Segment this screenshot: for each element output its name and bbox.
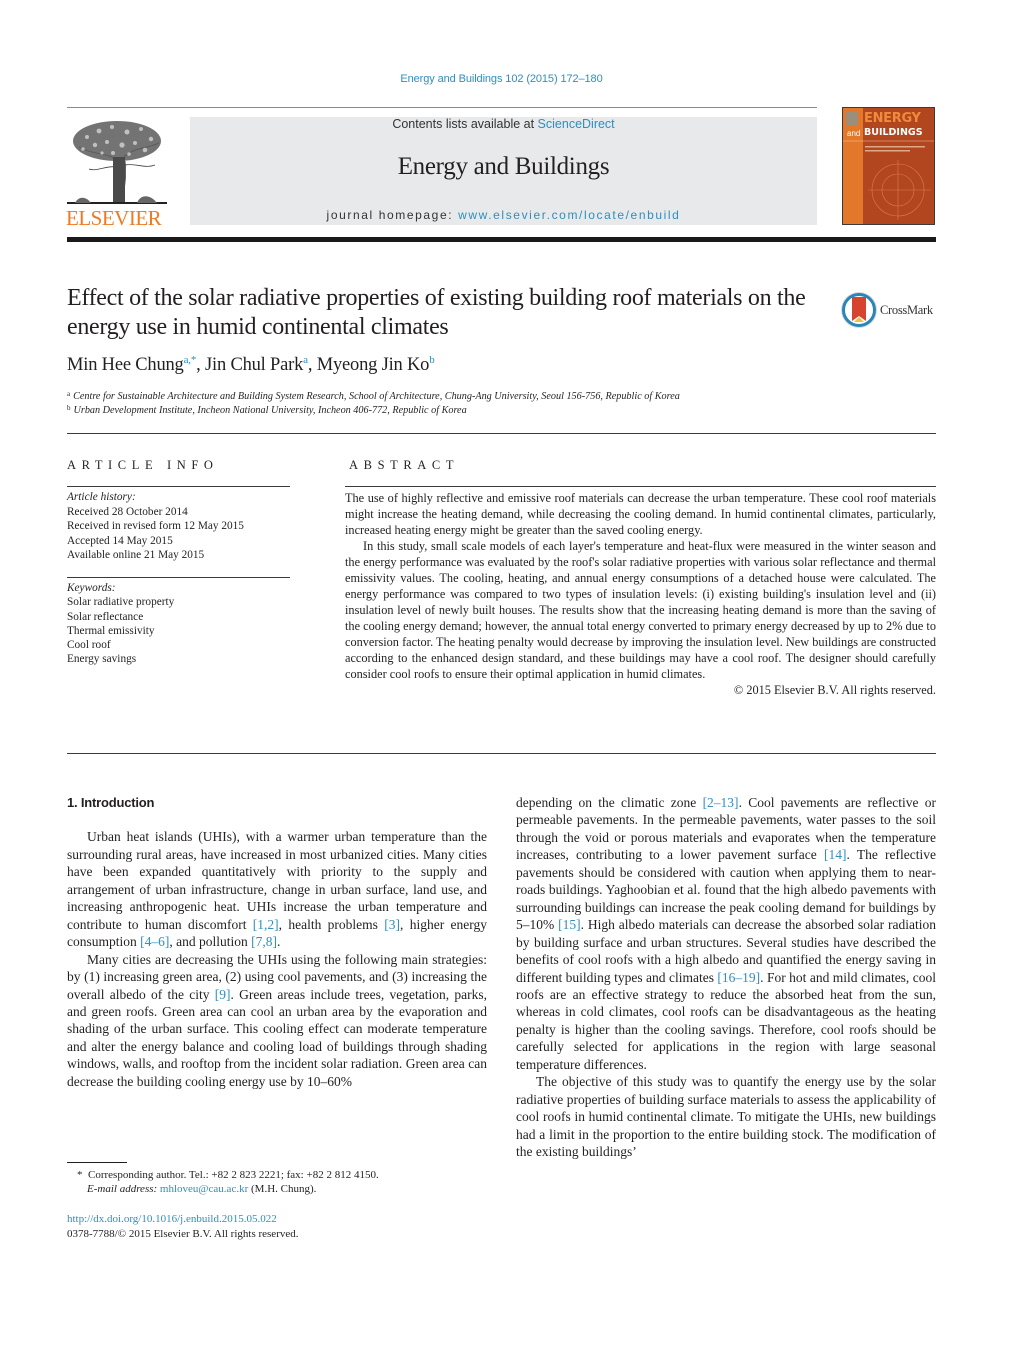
journal-homepage-link[interactable]: www.elsevier.com/locate/enbuild: [458, 208, 680, 222]
body-paragraph: The objective of this study was to quant…: [516, 1073, 936, 1160]
affiliation-item: a Centre for Sustainable Architecture and…: [67, 390, 680, 404]
email-suffix: (M.H. Chung).: [248, 1183, 317, 1195]
author-affiliation-mark[interactable]: b: [429, 354, 435, 366]
sciencedirect-link[interactable]: ScienceDirect: [538, 117, 615, 131]
cover-title-buildings: BUILDINGS: [864, 127, 923, 138]
title-block-rule: [67, 433, 936, 434]
abstract-rule: [345, 486, 936, 487]
doi-link[interactable]: http://dx.doi.org/10.1016/j.enbuild.2015…: [67, 1212, 299, 1227]
homepage-prefix: journal homepage:: [326, 208, 459, 222]
citation-reference-link[interactable]: [9]: [215, 987, 231, 1002]
affiliations: a Centre for Sustainable Architecture and…: [67, 390, 680, 418]
history-item: Received in revised form 12 May 2015: [67, 520, 244, 532]
citation-reference-link[interactable]: [4–6]: [140, 934, 169, 949]
history-item: Accepted 14 May 2015: [67, 534, 173, 547]
footnote: * Corresponding author. Tel.: +82 2 823 …: [77, 1168, 379, 1196]
body-text: The objective of this study was to quant…: [516, 1074, 936, 1160]
tree-icon: [67, 121, 167, 204]
journal-name: Energy and Buildings: [397, 153, 610, 180]
crossmark-label: CrossMark: [880, 303, 933, 317]
journal-citation-link[interactable]: Energy and Buildings 102 (2015) 172–180: [0, 73, 1003, 85]
author-separator: ,: [196, 355, 206, 375]
citation-reference-link[interactable]: [16–19]: [717, 970, 760, 985]
citation-reference-link[interactable]: [3]: [384, 917, 400, 932]
footnote-mark: *: [77, 1169, 83, 1181]
contents-line: Contents lists available at ScienceDirec…: [190, 117, 817, 131]
right-paragraphs: depending on the climatic zone [2–13]. C…: [516, 794, 936, 1161]
body-paragraph: Many cities are decreasing the UHIs usin…: [67, 951, 487, 1091]
history-item: Received 28 October 2014: [67, 505, 188, 518]
abstract-heading: ABSTRACT: [349, 458, 460, 472]
homepage-line: journal homepage: www.elsevier.com/locat…: [190, 208, 817, 222]
author-name[interactable]: Jin Chul Park: [205, 355, 303, 375]
history-item: Available online 21 May 2015: [67, 549, 205, 561]
body-column-left: 1. Introduction Urban heat islands (UHIs…: [67, 794, 487, 1090]
section-heading: 1. Introduction: [67, 795, 155, 810]
email-note: E-mail address: mhloveu@cau.ac.kr (M.H. …: [77, 1182, 379, 1196]
footnote-text: Corresponding author. Tel.: +82 2 823 22…: [88, 1169, 379, 1181]
abstract: The use of highly reflective and emissiv…: [345, 490, 936, 698]
footnote-rule: [67, 1162, 127, 1163]
cover-title-and: and: [847, 129, 861, 138]
issn-line: 0378-7788/© 2015 Elsevier B.V. All right…: [67, 1227, 299, 1240]
elsevier-wordmark: ELSEVIER: [66, 206, 162, 230]
author-affiliation-mark[interactable]: a,*: [184, 354, 197, 366]
citation-reference-link[interactable]: [14]: [824, 847, 847, 862]
keywords-rule: [67, 577, 290, 578]
cover-title-energy: ENERGY: [864, 111, 921, 126]
body-paragraph: depending on the climatic zone [2–13]. C…: [516, 794, 936, 1073]
body-paragraph: Urban heat islands (UHIs), with a warmer…: [67, 828, 487, 950]
corresponding-author-note: * Corresponding author. Tel.: +82 2 823 …: [77, 1168, 379, 1182]
author-separator: ,: [307, 355, 317, 375]
affiliation-text: Urban Development Institute, Incheon Nat…: [73, 405, 467, 416]
keyword-item: Solar radiative property: [67, 596, 175, 609]
keywords-label: Keywords:: [67, 582, 116, 594]
affiliation-mark: b: [67, 404, 71, 412]
body-column-right: depending on the climatic zone [2–13]. C…: [516, 794, 936, 1161]
article-info: Article history: Received 28 October 201…: [67, 490, 292, 563]
doi-block: http://dx.doi.org/10.1016/j.enbuild.2015…: [67, 1212, 299, 1241]
body-text: , and pollution: [169, 934, 252, 950]
body-text: .: [277, 934, 281, 950]
crossmark-button[interactable]: CrossMark: [840, 291, 940, 331]
journal-cover-thumbnail[interactable]: ENERGY and BUILDINGS: [842, 107, 935, 225]
email-link[interactable]: mhloveu@cau.ac.kr: [160, 1183, 248, 1195]
header-rule: [67, 107, 817, 108]
body-text: , health problems: [278, 916, 385, 932]
keyword-item: Energy savings: [67, 653, 137, 666]
article-title: Effect of the solar radiative properties…: [67, 285, 806, 340]
author-name[interactable]: Min Hee Chung: [67, 355, 184, 375]
abstract-paragraph: The use of highly reflective and emissiv…: [345, 491, 936, 537]
history-label: Article history:: [67, 491, 136, 503]
affiliation-mark: a: [67, 390, 71, 398]
article-info-rule: [67, 486, 290, 487]
citation-reference-link[interactable]: [15]: [558, 917, 581, 932]
body-text: depending on the climatic zone: [516, 795, 703, 810]
crossmark-icon: [841, 292, 877, 328]
abstract-copyright: © 2015 Elsevier B.V. All rights reserved…: [733, 683, 936, 697]
abstract-paragraph: In this study, small scale models of eac…: [345, 539, 936, 681]
contents-prefix: Contents lists available at: [392, 117, 538, 131]
header-thick-rule: [67, 237, 936, 242]
keywords: Keywords: Solar radiative property Solar…: [67, 581, 292, 667]
author-name[interactable]: Myeong Jin Ko: [317, 355, 430, 375]
abstract-bottom-rule: [67, 753, 936, 754]
affiliation-item: b Urban Development Institute, Incheon Na…: [67, 404, 680, 418]
affiliation-text: Centre for Sustainable Architecture and …: [73, 391, 680, 402]
citation-reference-link[interactable]: [7,8]: [251, 934, 277, 949]
citation-reference-link[interactable]: [1,2]: [253, 917, 279, 932]
keyword-item: Thermal emissivity: [67, 624, 155, 637]
left-paragraphs: Urban heat islands (UHIs), with a warmer…: [67, 828, 487, 1090]
email-label: E-mail address:: [87, 1183, 160, 1195]
author-list: Min Hee Chunga,*, Jin Chul Parka, Myeong…: [67, 355, 435, 376]
citation-reference-link[interactable]: [2–13]: [703, 795, 739, 810]
keyword-item: Cool roof: [67, 639, 111, 652]
keyword-item: Solar reflectance: [67, 610, 144, 623]
article-info-heading: ARTICLE INFO: [67, 458, 219, 472]
